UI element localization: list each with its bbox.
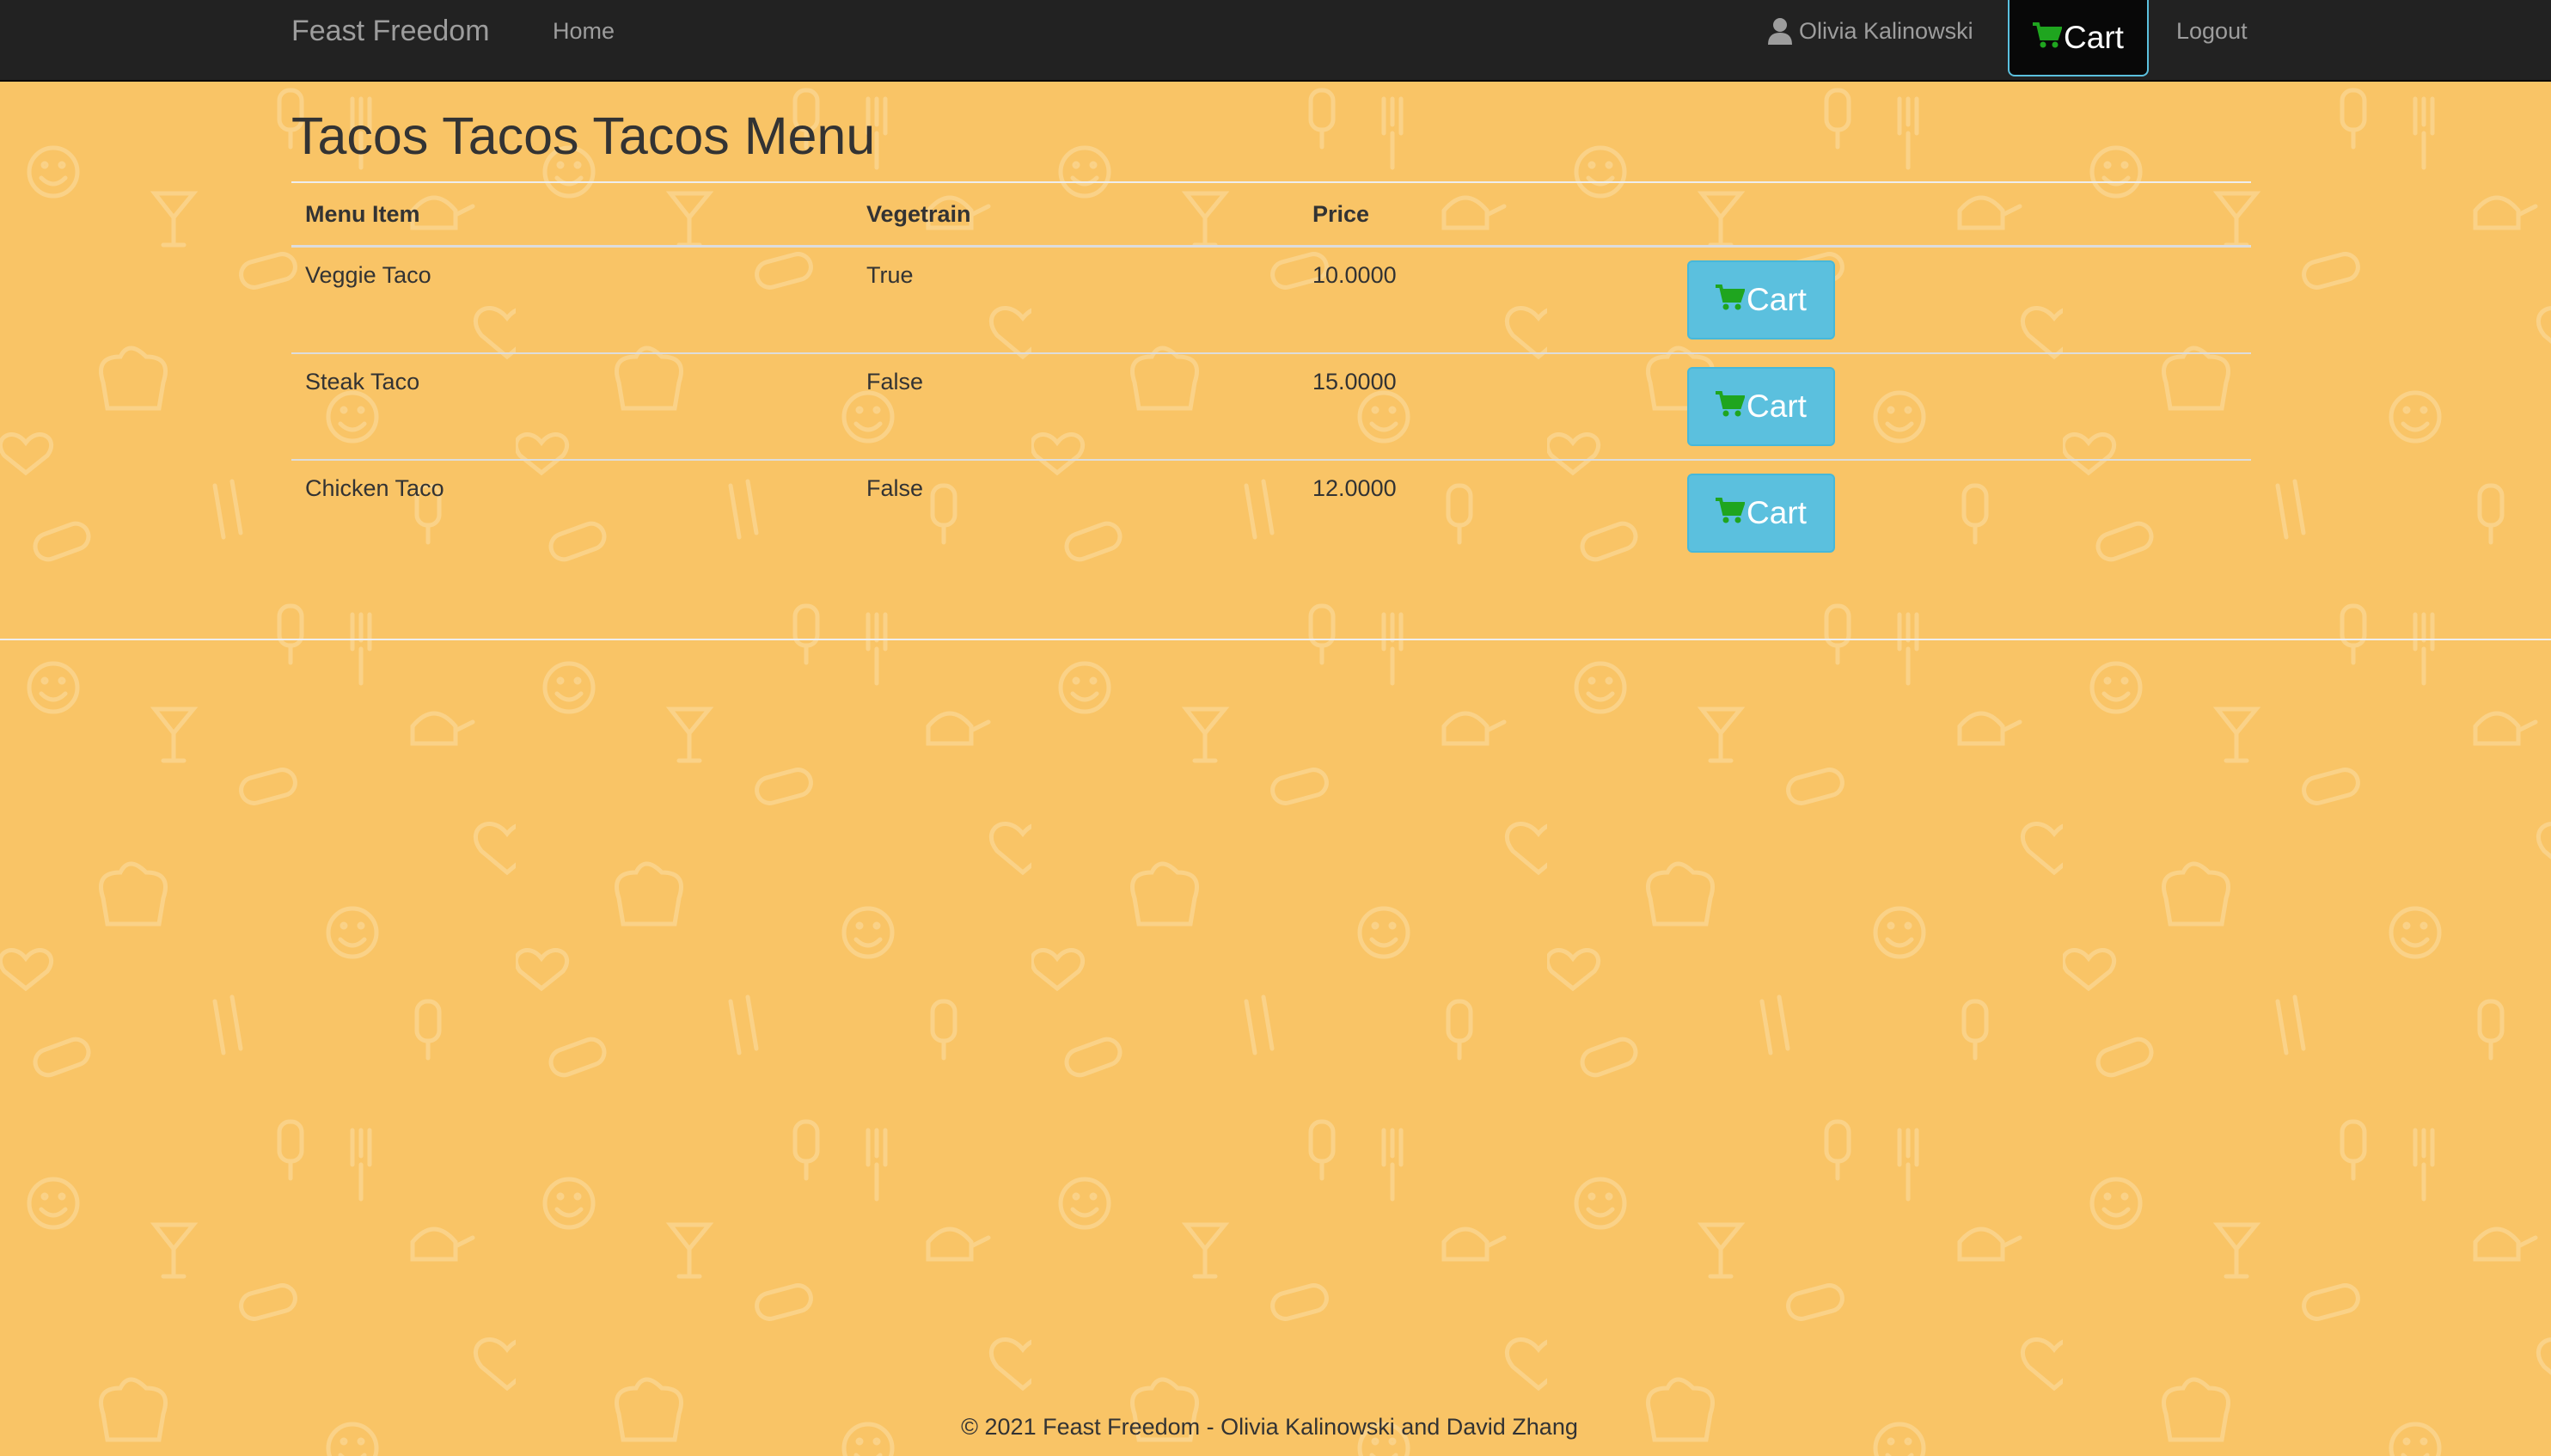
brand-link[interactable]: Feast Freedom [291,12,490,50]
nav-user-link[interactable]: Olivia Kalinowski [1768,12,1973,50]
nav-cart-label: Cart [2064,19,2124,55]
table-header-row: Menu Item Vegetrain Price [291,183,2251,248]
top-navbar: Feast Freedom Home Olivia Kalinowski Car… [0,0,2551,82]
table-row: Chicken Taco False 12.0000 Cart [291,458,2251,566]
menu-item-price: 15.0000 [1299,352,1673,460]
page-title: Tacos Tacos Tacos Menu [291,107,876,165]
menu-item-action: Cart [1673,247,2251,353]
menu-item-price: 10.0000 [1312,262,1397,288]
menu-item-price: 12.0000 [1299,458,1673,566]
logout-link[interactable]: Logout [2176,12,2248,50]
add-to-cart-button[interactable]: Cart [1687,366,1835,446]
cart-button-label: Cart [1747,494,1807,530]
header-vegetarian: Vegetrain [853,183,1299,248]
cart-button-label: Cart [1747,282,1807,317]
header-actions [1673,183,2251,248]
nav-home-link[interactable]: Home [553,12,615,50]
nav-cart-button[interactable]: Cart [2008,0,2149,76]
menu-item-name: Veggie Taco [305,262,431,288]
footer-copyright: © 2021 Feast Freedom - Olivia Kalinowski… [961,1414,1578,1440]
menu-item-action: Cart [1673,352,2251,460]
user-name: Olivia Kalinowski [1799,18,1973,44]
table-row: Steak Taco False 15.0000 Cart [291,352,2251,460]
menu-item-name: Chicken Taco [291,458,853,566]
cart-icon [1716,390,1746,416]
cart-icon [1716,284,1746,310]
cart-icon [2033,21,2063,47]
footer-divider [0,639,2551,640]
add-to-cart-button[interactable]: Cart [1687,473,1835,553]
menu-item-action: Cart [1673,458,2251,566]
add-to-cart-button[interactable]: Cart [1687,260,1835,340]
user-icon [1768,18,1792,45]
menu-item-name: Steak Taco [291,352,853,460]
cart-button-label: Cart [1747,388,1807,424]
header-price: Price [1299,183,1673,248]
menu-table: Menu Item Vegetrain Price Veggie Taco Tr… [291,183,2251,566]
menu-item-vegetarian: False [853,458,1299,566]
header-menu-item: Menu Item [291,183,853,248]
menu-item-vegetarian: True [866,262,914,288]
table-row: Veggie Taco True 10.0000 Cart [291,247,2251,353]
menu-item-vegetarian: False [853,352,1299,460]
cart-icon [1716,497,1746,523]
